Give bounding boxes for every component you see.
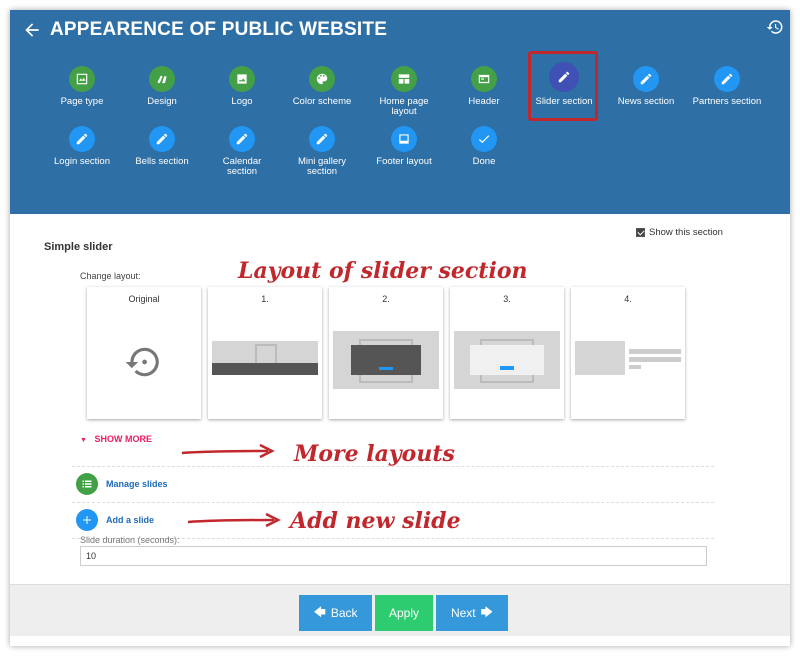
footer-icon [391,126,417,152]
arrow-right-icon: 🡆 [480,604,494,619]
step-footer-layout[interactable]: Footer layout [364,126,444,167]
page-title: APPEARENCE OF PUBLIC WEBSITE [50,19,388,40]
layout-card-1[interactable]: 1. [208,287,322,419]
layout-4-image [575,341,625,375]
layout-label: 2. [382,294,390,304]
annotation-more-layouts: More layouts [294,441,455,467]
next-button-label: Next [450,606,476,620]
photo-icon [229,66,255,92]
step-label: Home page layout [379,96,429,117]
show-more-toggle[interactable]: ▼ SHOW MORE [80,434,152,444]
manage-slides-link[interactable]: Manage slides [76,473,168,495]
highlight-box [528,51,598,121]
step-home-page-layout[interactable]: Home page layout [364,66,444,117]
layout-card-2[interactable]: 2. [329,287,443,419]
annotation-arrow [181,443,275,459]
slide-duration-input[interactable] [80,546,707,566]
layout-4-line [629,365,641,369]
restore-icon [125,347,159,377]
color-palette-icon [309,66,335,92]
step-label: Login section [54,156,110,167]
layout-4-line [629,349,681,354]
step-color-scheme[interactable]: Color scheme [282,66,362,107]
apply-button-label: Apply [388,606,420,620]
annotation-layout: Layout of slider section [238,258,528,284]
layout-label: 3. [503,294,511,304]
step-label: Header [468,96,500,107]
step-logo[interactable]: Logo [202,66,282,107]
pencil-icon [229,126,255,152]
step-label: Page type [60,96,104,107]
annotation-arrow [187,512,281,528]
image-icon [69,66,95,92]
layout-card-4[interactable]: 4. [571,287,685,419]
caret-down-icon: ▼ [80,437,87,444]
arrow-left-icon: 🡄 [313,604,326,619]
back-button-label: Back [330,606,358,620]
step-label: Bells section [135,156,189,167]
plus-icon [76,509,98,531]
show-more-label: SHOW MORE [94,434,152,444]
step-design[interactable]: Design [122,66,202,107]
change-layout-label: Change layout: [80,271,141,281]
step-label: Calendar section [222,156,262,177]
pencil-icon [714,66,740,92]
add-slide-label: Add a slide [106,515,155,525]
step-news-section[interactable]: News section [606,66,686,107]
show-section-label: Show this section [649,227,723,238]
next-button[interactable]: Next 🡆 [436,595,508,631]
check-icon [471,126,497,152]
layout-3-preview [454,331,560,389]
step-partners-section[interactable]: Partners section [686,66,768,107]
layout-label: 1. [261,294,269,304]
layout-card-3[interactable]: 3. [450,287,564,419]
step-label: Design [147,96,177,107]
slide-duration-label: Slide duration (seconds): [80,535,180,545]
step-bells-section[interactable]: Bells section [122,126,202,167]
step-label: Color scheme [292,96,352,107]
palette-icon [149,66,175,92]
manage-slides-label: Manage slides [106,479,168,489]
section-title: Simple slider [44,241,113,253]
pencil-icon [633,66,659,92]
step-mini-gallery-section[interactable]: Mini gallery section [282,126,362,177]
step-label: News section [617,96,675,107]
add-slide-link[interactable]: Add a slide [76,509,154,531]
annotation-add-slide: Add new slide [290,508,461,534]
step-label: Logo [231,96,253,107]
back-button[interactable]: 🡄 Back [299,595,372,631]
checkbox-checked-icon[interactable] [636,228,645,237]
step-label: Mini gallery section [297,156,347,177]
divider [72,502,714,503]
step-label: Footer layout [376,156,432,167]
pencil-icon [149,126,175,152]
step-page-type[interactable]: Page type [42,66,122,107]
show-section-checkbox[interactable]: Show this section [636,227,723,238]
step-label: Partners section [692,96,762,107]
layout-label: 4. [624,294,632,304]
wizard-header: APPEARENCE OF PUBLIC WEBSITE Page type D… [10,10,790,214]
step-label: Done [472,156,496,167]
apply-button[interactable]: Apply [375,595,433,631]
history-icon[interactable] [766,18,784,36]
layout-icon [391,66,417,92]
layout-card-original[interactable]: Original [87,287,201,419]
step-login-section[interactable]: Login section [42,126,122,167]
divider [72,466,714,467]
pencil-icon [69,126,95,152]
step-header[interactable]: Header [444,66,524,107]
layout-1-preview [212,341,318,375]
layout-4-line [629,357,681,362]
pencil-icon [309,126,335,152]
back-arrow-icon[interactable] [22,20,42,40]
header-icon [471,66,497,92]
layout-2-preview [333,331,439,389]
step-done[interactable]: Done [444,126,524,167]
list-icon [76,473,98,495]
layout-label: Original [128,294,160,304]
step-calendar-section[interactable]: Calendar section [202,126,282,177]
